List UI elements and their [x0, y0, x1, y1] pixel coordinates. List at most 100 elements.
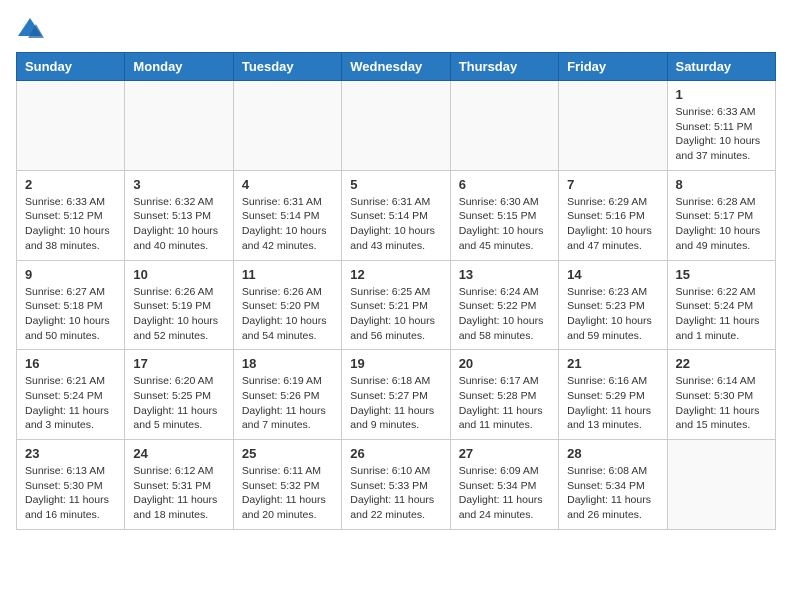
day-cell: 27Sunrise: 6:09 AM Sunset: 5:34 PM Dayli… — [450, 440, 558, 530]
day-number: 24 — [133, 446, 224, 461]
day-cell: 10 Sunrise: 6:26 AM Sunset: 5:19 PM Dayli… — [125, 260, 233, 350]
weekday-header-thursday: Thursday — [450, 53, 558, 81]
day-info: Sunrise: 6:14 AM Sunset: 5:30 PM Dayligh… — [676, 374, 767, 433]
day-number: 10 — [133, 267, 224, 282]
day-info: Sunrise: 6:18 AM Sunset: 5:27 PM Dayligh… — [350, 374, 441, 433]
day-info: Sunrise: 6:26 AM Sunset: 5:20 PM Dayligh… — [242, 285, 333, 344]
day-number: 20 — [459, 356, 550, 371]
day-cell: 4 Sunrise: 6:31 AM Sunset: 5:14 PM Daylig… — [233, 170, 341, 260]
day-cell: 8 Sunrise: 6:28 AM Sunset: 5:17 PM Daylig… — [667, 170, 775, 260]
day-cell — [125, 81, 233, 171]
day-info: Sunrise: 6:26 AM Sunset: 5:19 PM Dayligh… — [133, 285, 224, 344]
day-cell — [17, 81, 125, 171]
week-row-1: 1 Sunrise: 6:33 AM Sunset: 5:11 PM Daylig… — [17, 81, 776, 171]
day-number: 22 — [676, 356, 767, 371]
day-info: Sunrise: 6:27 AM Sunset: 5:18 PM Dayligh… — [25, 285, 116, 344]
day-cell: 20 Sunrise: 6:17 AM Sunset: 5:28 PM Dayli… — [450, 350, 558, 440]
day-info: Sunrise: 6:32 AM Sunset: 5:13 PM Dayligh… — [133, 195, 224, 254]
day-number: 8 — [676, 177, 767, 192]
logo-icon — [16, 16, 44, 44]
day-cell: 13 Sunrise: 6:24 AM Sunset: 5:22 PM Dayli… — [450, 260, 558, 350]
day-info: Sunrise: 6:31 AM Sunset: 5:14 PM Dayligh… — [350, 195, 441, 254]
day-info: Sunrise: 6:23 AM Sunset: 5:23 PM Dayligh… — [567, 285, 658, 344]
day-cell: 25 Sunrise: 6:11 AM Sunset: 5:32 PM Dayli… — [233, 440, 341, 530]
day-info: Sunrise: 6:30 AM Sunset: 5:15 PM Dayligh… — [459, 195, 550, 254]
page-header — [16, 16, 776, 44]
day-cell: 3 Sunrise: 6:32 AM Sunset: 5:13 PM Daylig… — [125, 170, 233, 260]
day-number: 17 — [133, 356, 224, 371]
day-cell: 18 Sunrise: 6:19 AM Sunset: 5:26 PM Dayli… — [233, 350, 341, 440]
day-cell: 23 Sunrise: 6:13 AM Sunset: 5:30 PM Dayli… — [17, 440, 125, 530]
day-info: Sunrise: 6:33 AM Sunset: 5:12 PM Dayligh… — [25, 195, 116, 254]
day-info: Sunrise: 6:33 AM Sunset: 5:11 PM Dayligh… — [676, 105, 767, 164]
day-number: 2 — [25, 177, 116, 192]
day-cell — [559, 81, 667, 171]
day-info: Sunrise: 6:20 AM Sunset: 5:25 PM Dayligh… — [133, 374, 224, 433]
day-cell: 9 Sunrise: 6:27 AM Sunset: 5:18 PM Daylig… — [17, 260, 125, 350]
weekday-header-saturday: Saturday — [667, 53, 775, 81]
day-cell: 14Sunrise: 6:23 AM Sunset: 5:23 PM Dayli… — [559, 260, 667, 350]
week-row-4: 16 Sunrise: 6:21 AM Sunset: 5:24 PM Dayli… — [17, 350, 776, 440]
day-cell: 2 Sunrise: 6:33 AM Sunset: 5:12 PM Daylig… — [17, 170, 125, 260]
day-number: 25 — [242, 446, 333, 461]
day-cell: 11 Sunrise: 6:26 AM Sunset: 5:20 PM Dayli… — [233, 260, 341, 350]
day-cell: 16 Sunrise: 6:21 AM Sunset: 5:24 PM Dayli… — [17, 350, 125, 440]
weekday-header-wednesday: Wednesday — [342, 53, 450, 81]
day-cell: 1 Sunrise: 6:33 AM Sunset: 5:11 PM Daylig… — [667, 81, 775, 171]
day-number: 7 — [567, 177, 658, 192]
day-cell: 28 Sunrise: 6:08 AM Sunset: 5:34 PM Dayli… — [559, 440, 667, 530]
day-cell: 19 Sunrise: 6:18 AM Sunset: 5:27 PM Dayli… — [342, 350, 450, 440]
day-info: Sunrise: 6:17 AM Sunset: 5:28 PM Dayligh… — [459, 374, 550, 433]
day-number: 16 — [25, 356, 116, 371]
day-info: Sunrise: 6:12 AM Sunset: 5:31 PM Dayligh… — [133, 464, 224, 523]
weekday-header-row: SundayMondayTuesdayWednesdayThursdayFrid… — [17, 53, 776, 81]
day-number: 15 — [676, 267, 767, 282]
day-number: 26 — [350, 446, 441, 461]
day-info: Sunrise: 6:22 AM Sunset: 5:24 PM Dayligh… — [676, 285, 767, 344]
day-cell: 21 Sunrise: 6:16 AM Sunset: 5:29 PM Dayli… — [559, 350, 667, 440]
day-info: Sunrise: 6:09 AM Sunset: 5:34 PM Dayligh… — [459, 464, 550, 523]
day-info: Sunrise: 6:29 AM Sunset: 5:16 PM Dayligh… — [567, 195, 658, 254]
day-info: Sunrise: 6:16 AM Sunset: 5:29 PM Dayligh… — [567, 374, 658, 433]
day-number: 18 — [242, 356, 333, 371]
day-info: Sunrise: 6:19 AM Sunset: 5:26 PM Dayligh… — [242, 374, 333, 433]
day-info: Sunrise: 6:24 AM Sunset: 5:22 PM Dayligh… — [459, 285, 550, 344]
day-number: 23 — [25, 446, 116, 461]
day-info: Sunrise: 6:13 AM Sunset: 5:30 PM Dayligh… — [25, 464, 116, 523]
calendar-table: SundayMondayTuesdayWednesdayThursdayFrid… — [16, 52, 776, 530]
day-cell — [233, 81, 341, 171]
day-number: 4 — [242, 177, 333, 192]
day-cell: 12 Sunrise: 6:25 AM Sunset: 5:21 PM Dayli… — [342, 260, 450, 350]
day-number: 21 — [567, 356, 658, 371]
day-number: 6 — [459, 177, 550, 192]
day-cell: 6 Sunrise: 6:30 AM Sunset: 5:15 PM Daylig… — [450, 170, 558, 260]
day-info: Sunrise: 6:11 AM Sunset: 5:32 PM Dayligh… — [242, 464, 333, 523]
day-info: Sunrise: 6:31 AM Sunset: 5:14 PM Dayligh… — [242, 195, 333, 254]
day-number: 9 — [25, 267, 116, 282]
day-cell: 24 Sunrise: 6:12 AM Sunset: 5:31 PM Dayli… — [125, 440, 233, 530]
day-number: 1 — [676, 87, 767, 102]
day-number: 12 — [350, 267, 441, 282]
day-number: 3 — [133, 177, 224, 192]
day-cell: 5 Sunrise: 6:31 AM Sunset: 5:14 PM Daylig… — [342, 170, 450, 260]
day-cell: 7 Sunrise: 6:29 AM Sunset: 5:16 PM Daylig… — [559, 170, 667, 260]
day-number: 11 — [242, 267, 333, 282]
weekday-header-sunday: Sunday — [17, 53, 125, 81]
day-info: Sunrise: 6:25 AM Sunset: 5:21 PM Dayligh… — [350, 285, 441, 344]
day-cell — [450, 81, 558, 171]
day-number: 13 — [459, 267, 550, 282]
day-info: Sunrise: 6:28 AM Sunset: 5:17 PM Dayligh… — [676, 195, 767, 254]
day-number: 5 — [350, 177, 441, 192]
day-number: 19 — [350, 356, 441, 371]
day-cell — [667, 440, 775, 530]
week-row-3: 9 Sunrise: 6:27 AM Sunset: 5:18 PM Daylig… — [17, 260, 776, 350]
week-row-5: 23 Sunrise: 6:13 AM Sunset: 5:30 PM Dayli… — [17, 440, 776, 530]
weekday-header-friday: Friday — [559, 53, 667, 81]
week-row-2: 2 Sunrise: 6:33 AM Sunset: 5:12 PM Daylig… — [17, 170, 776, 260]
day-cell: 17 Sunrise: 6:20 AM Sunset: 5:25 PM Dayli… — [125, 350, 233, 440]
day-number: 28 — [567, 446, 658, 461]
day-info: Sunrise: 6:08 AM Sunset: 5:34 PM Dayligh… — [567, 464, 658, 523]
day-info: Sunrise: 6:10 AM Sunset: 5:33 PM Dayligh… — [350, 464, 441, 523]
day-info: Sunrise: 6:21 AM Sunset: 5:24 PM Dayligh… — [25, 374, 116, 433]
day-cell: 26 Sunrise: 6:10 AM Sunset: 5:33 PM Dayli… — [342, 440, 450, 530]
